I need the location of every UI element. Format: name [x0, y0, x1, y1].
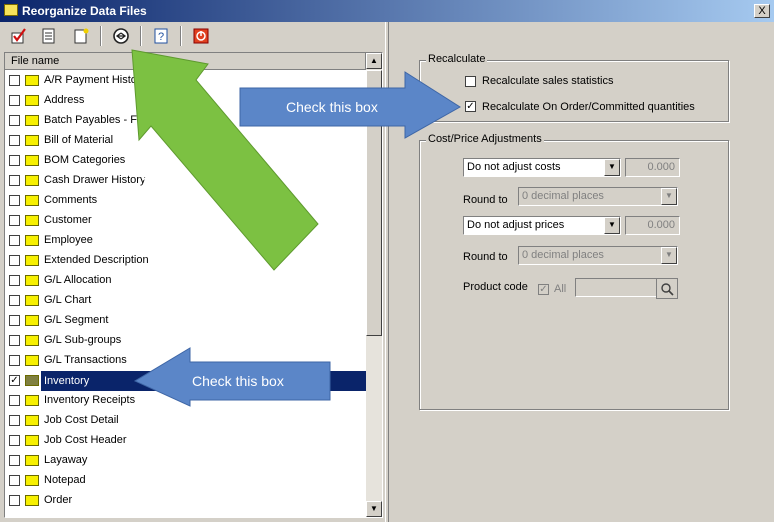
callout-arrows — [131, 49, 461, 407]
top-callout-text: Check this box — [286, 99, 378, 115]
list-callout-text: Check this box — [192, 373, 284, 389]
